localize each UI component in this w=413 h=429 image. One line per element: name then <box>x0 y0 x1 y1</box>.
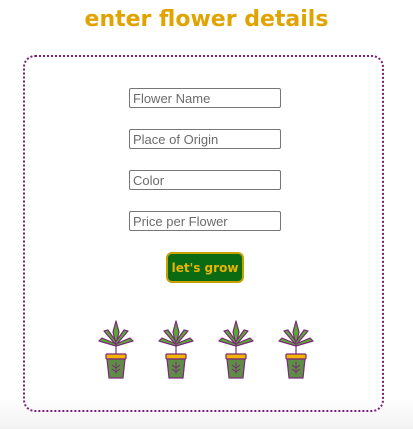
price-per-flower-input[interactable] <box>129 211 281 231</box>
color-input[interactable] <box>129 170 281 190</box>
place-of-origin-input[interactable] <box>129 129 281 149</box>
potted-plant-icon <box>158 320 194 379</box>
lets-grow-button[interactable]: let's grow <box>166 252 244 283</box>
potted-plant-icon <box>218 320 254 379</box>
plant-decoration-row <box>25 319 382 383</box>
potted-plant-icon <box>98 320 134 379</box>
flower-form-card: let's grow <box>23 55 384 412</box>
page-title: enter flower details <box>84 7 329 32</box>
potted-plant-icon <box>278 320 314 379</box>
flower-name-input[interactable] <box>129 88 281 108</box>
